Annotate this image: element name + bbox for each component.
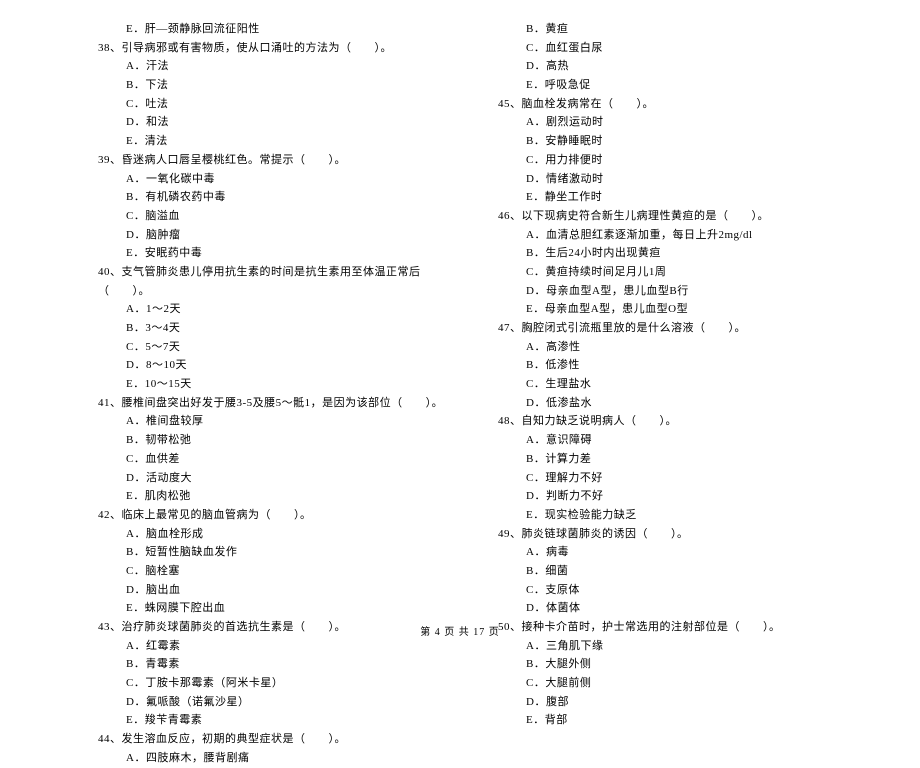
option-text: E．清法 — [70, 132, 450, 151]
option-text: D．活动度大 — [70, 469, 450, 488]
option-text: A．高渗性 — [470, 338, 850, 357]
option-text: D．情绪激动时 — [470, 170, 850, 189]
option-text: E．母亲血型A型，患儿血型O型 — [470, 300, 850, 319]
option-text: A．血清总胆红素逐渐加重，每日上升2mg/dl — [470, 226, 850, 245]
option-text: C．丁胺卡那霉素（阿米卡星） — [70, 674, 450, 693]
question-text: 40、支气管肺炎患儿停用抗生素的时间是抗生素用至体温正常后（ ）。 — [70, 263, 450, 300]
option-text: A．一氧化碳中毒 — [70, 170, 450, 189]
question-text: 39、昏迷病人口唇呈樱桃红色。常提示（ ）。 — [70, 151, 450, 170]
option-text: C．支原体 — [470, 581, 850, 600]
option-text: D．氟哌酸（诺氟沙星） — [70, 693, 450, 712]
option-text: E．现实检验能力缺乏 — [470, 506, 850, 525]
option-text: D．和法 — [70, 113, 450, 132]
option-text: B．青霉素 — [70, 655, 450, 674]
question-text: 47、胸腔闭式引流瓶里放的是什么溶液（ ）。 — [470, 319, 850, 338]
option-text: C．理解力不好 — [470, 469, 850, 488]
option-text: E．呼吸急促 — [470, 76, 850, 95]
option-text: C．用力排便时 — [470, 151, 850, 170]
option-text: D．母亲血型A型，患儿血型B行 — [470, 282, 850, 301]
option-text: A．椎间盘较厚 — [70, 412, 450, 431]
option-text: D．低渗盐水 — [470, 394, 850, 413]
option-text: A．汗法 — [70, 57, 450, 76]
option-text: A．1～2天 — [70, 300, 450, 319]
option-text: B．韧带松弛 — [70, 431, 450, 450]
question-text: 38、引导病邪或有害物质，使从口涌吐的方法为（ ）。 — [70, 39, 450, 58]
question-text: 48、自知力缺乏说明病人（ ）。 — [470, 412, 850, 431]
option-text: C．5～7天 — [70, 338, 450, 357]
option-text: B．黄疸 — [470, 20, 850, 39]
option-text: E．静坐工作时 — [470, 188, 850, 207]
question-text: 44、发生溶血反应，初期的典型症状是（ ）。 — [70, 730, 450, 749]
option-text: E．羧苄青霉素 — [70, 711, 450, 730]
option-text: B．下法 — [70, 76, 450, 95]
option-text: C．大腿前侧 — [470, 674, 850, 693]
option-text: C．脑栓塞 — [70, 562, 450, 581]
option-text: B．计算力差 — [470, 450, 850, 469]
option-text: A．病毒 — [470, 543, 850, 562]
option-text: E．背部 — [470, 711, 850, 730]
option-text: E．安眠药中毒 — [70, 244, 450, 263]
option-text: D．腹部 — [470, 693, 850, 712]
right-column: B．黄疸 C．血红蛋白尿 D．高热 E．呼吸急促 45、脑血栓发病常在（ ）。 … — [460, 20, 860, 768]
left-column: E．肝—颈静脉回流征阳性 38、引导病邪或有害物质，使从口涌吐的方法为（ ）。 … — [60, 20, 460, 768]
option-text: E．蛛网膜下腔出血 — [70, 599, 450, 618]
option-text: D．体菌体 — [470, 599, 850, 618]
option-text: E．肝—颈静脉回流征阳性 — [70, 20, 450, 39]
option-text: A．脑血栓形成 — [70, 525, 450, 544]
option-text: E．肌肉松弛 — [70, 487, 450, 506]
option-text: B．3～4天 — [70, 319, 450, 338]
option-text: D．脑肿瘤 — [70, 226, 450, 245]
option-text: C．黄疸持续时间足月儿1周 — [470, 263, 850, 282]
option-text: D．脑出血 — [70, 581, 450, 600]
option-text: D．高热 — [470, 57, 850, 76]
option-text: B．有机磷农药中毒 — [70, 188, 450, 207]
option-text: E．10～15天 — [70, 375, 450, 394]
option-text: A．四肢麻木，腰背剧痛 — [70, 749, 450, 768]
question-text: 49、肺炎链球菌肺炎的诱因（ ）。 — [470, 525, 850, 544]
question-text: 42、临床上最常见的脑血管病为（ ）。 — [70, 506, 450, 525]
content-area: E．肝—颈静脉回流征阳性 38、引导病邪或有害物质，使从口涌吐的方法为（ ）。 … — [0, 20, 920, 768]
option-text: D．8～10天 — [70, 356, 450, 375]
option-text: A．剧烈运动时 — [470, 113, 850, 132]
option-text: A．三角肌下缘 — [470, 637, 850, 656]
option-text: C．脑溢血 — [70, 207, 450, 226]
option-text: C．生理盐水 — [470, 375, 850, 394]
page-footer: 第 4 页 共 17 页 — [0, 623, 920, 638]
option-text: C．血红蛋白尿 — [470, 39, 850, 58]
option-text: A．意识障碍 — [470, 431, 850, 450]
question-text: 46、以下现病史符合新生儿病理性黄疸的是（ ）。 — [470, 207, 850, 226]
option-text: D．判断力不好 — [470, 487, 850, 506]
option-text: C．血供差 — [70, 450, 450, 469]
option-text: B．大腿外侧 — [470, 655, 850, 674]
question-text: 41、腰椎间盘突出好发于腰3-5及腰5～骶1，是因为该部位（ ）。 — [70, 394, 450, 413]
option-text: B．低渗性 — [470, 356, 850, 375]
option-text: B．安静睡眠时 — [470, 132, 850, 151]
option-text: B．短暂性脑缺血发作 — [70, 543, 450, 562]
option-text: A．红霉素 — [70, 637, 450, 656]
option-text: B．生后24小时内出现黄疸 — [470, 244, 850, 263]
question-text: 45、脑血栓发病常在（ ）。 — [470, 95, 850, 114]
option-text: B．细菌 — [470, 562, 850, 581]
option-text: C．吐法 — [70, 95, 450, 114]
